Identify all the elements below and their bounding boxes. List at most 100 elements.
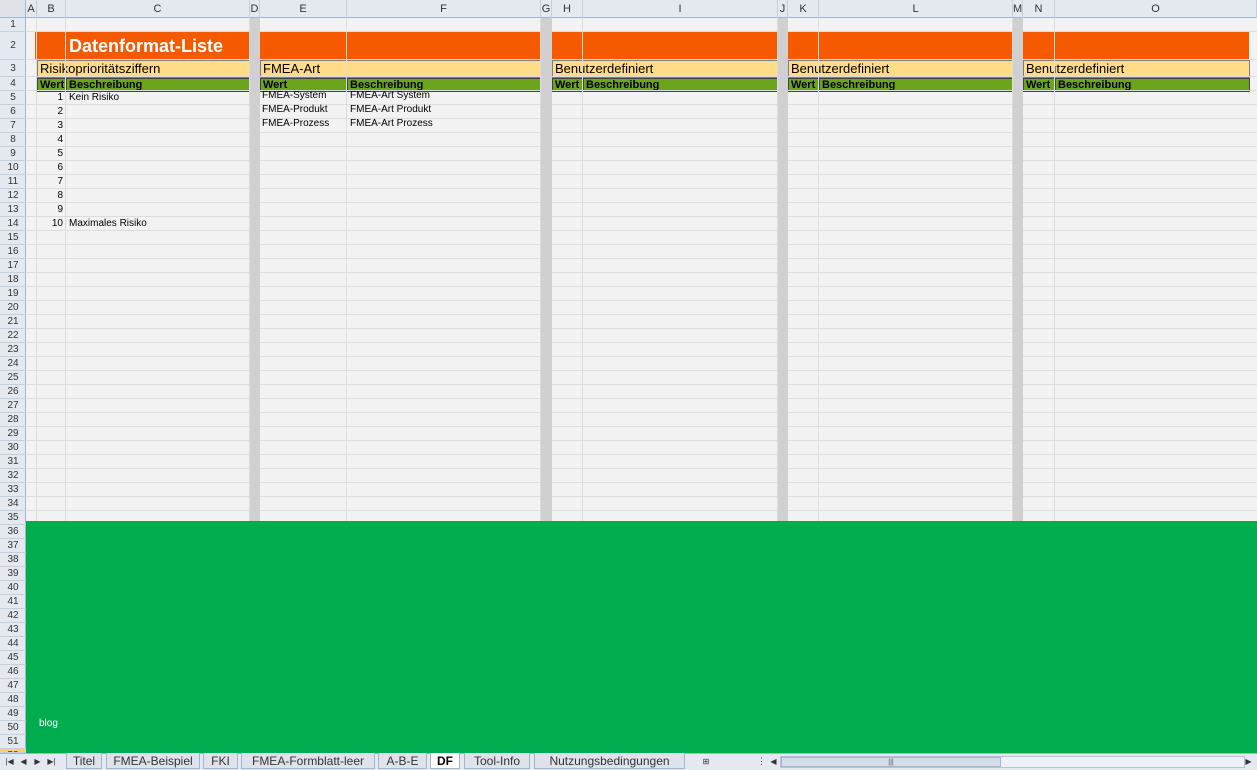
row-header-1[interactable]: 1 [0,18,26,32]
tab-tool-info[interactable]: Tool-Info [464,753,530,769]
last-sheet-icon[interactable]: ▶| [46,755,57,768]
column-header-c[interactable]: C [66,0,250,18]
risk-desc-cell[interactable] [69,189,249,203]
column-header-n[interactable]: N [1023,0,1055,18]
risk-value-cell[interactable]: 6 [37,161,66,175]
column-header-a[interactable]: A [26,0,37,18]
scrollbar-thumb[interactable]: ||| [781,757,1001,767]
risk-desc-cell[interactable] [69,147,249,161]
row-header-16[interactable]: 16 [0,245,26,259]
row-header-40[interactable]: 40 [0,581,26,595]
tab-titel[interactable]: Titel [66,753,102,769]
row-header-44[interactable]: 44 [0,637,26,651]
row-header-9[interactable]: 9 [0,147,26,161]
tab-fmea-beispiel[interactable]: FMEA-Beispiel [106,753,200,769]
worksheet-grid[interactable]: Datenformat-Liste Risikoprioritätsziffer… [26,18,1257,521]
risk-value-cell[interactable]: 1 [37,91,66,105]
row-header-34[interactable]: 34 [0,497,26,511]
row-header-17[interactable]: 17 [0,259,26,273]
row-header-33[interactable]: 33 [0,483,26,497]
tab-nutzungsbedingungen[interactable]: Nutzungsbedingungen [534,753,685,769]
row-header-39[interactable]: 39 [0,567,26,581]
tab-a-b-e[interactable]: A-B-E [378,753,427,769]
risk-desc-cell[interactable]: Kein Risiko [69,91,249,105]
row-header-35[interactable]: 35 [0,511,26,525]
row-header-27[interactable]: 27 [0,399,26,413]
column-header-e[interactable]: E [260,0,347,18]
column-header-i[interactable]: I [583,0,778,18]
row-header-51[interactable]: 51 [0,735,26,749]
row-header-29[interactable]: 29 [0,427,26,441]
tab-fki[interactable]: FKI [203,753,238,769]
fmea-value-cell[interactable]: FMEA-Prozess [262,117,346,131]
row-header-11[interactable]: 11 [0,175,26,189]
scroll-left-icon[interactable]: ◀ [768,755,779,768]
risk-value-cell[interactable]: 3 [37,119,66,133]
row-header-30[interactable]: 30 [0,441,26,455]
risk-desc-cell[interactable] [69,119,249,133]
column-header-k[interactable]: K [788,0,819,18]
risk-value-cell[interactable]: 9 [37,203,66,217]
scroll-right-icon[interactable]: ▶ [1243,755,1254,768]
row-header-5[interactable]: 5 [0,91,26,105]
row-header-19[interactable]: 19 [0,287,26,301]
column-header-g[interactable]: G [541,0,552,18]
row-header-3[interactable]: 3 [0,60,26,77]
row-header-45[interactable]: 45 [0,651,26,665]
row-header-41[interactable]: 41 [0,595,26,609]
row-header-2[interactable]: 2 [0,32,26,60]
row-header-15[interactable]: 15 [0,231,26,245]
risk-value-cell[interactable]: 7 [37,175,66,189]
row-header-20[interactable]: 20 [0,301,26,315]
column-header-o[interactable]: O [1055,0,1257,18]
row-header-22[interactable]: 22 [0,329,26,343]
row-header-18[interactable]: 18 [0,273,26,287]
row-header-12[interactable]: 12 [0,189,26,203]
horizontal-scrollbar[interactable]: ||| [780,756,1245,768]
risk-desc-cell[interactable] [69,105,249,119]
next-sheet-icon[interactable]: ▶ [32,755,43,768]
row-header-8[interactable]: 8 [0,133,26,147]
row-header-6[interactable]: 6 [0,105,26,119]
risk-desc-cell[interactable] [69,175,249,189]
risk-value-cell[interactable]: 8 [37,189,66,203]
row-header-24[interactable]: 24 [0,357,26,371]
row-header-14[interactable]: 14 [0,217,26,231]
fmea-value-cell[interactable]: FMEA-Produkt [262,103,346,117]
row-header-7[interactable]: 7 [0,119,26,133]
column-header-j[interactable]: J [778,0,788,18]
row-header-13[interactable]: 13 [0,203,26,217]
risk-value-cell[interactable]: 10 [37,217,66,231]
row-header-49[interactable]: 49 [0,707,26,721]
row-header-25[interactable]: 25 [0,371,26,385]
column-header-h[interactable]: H [552,0,583,18]
row-header-36[interactable]: 36 [0,525,26,539]
risk-value-cell[interactable]: 5 [37,147,66,161]
column-header-l[interactable]: L [819,0,1013,18]
blog-label[interactable]: blog [39,718,58,729]
tab-split-handle-icon[interactable]: ⋮ [757,755,766,768]
risk-desc-cell[interactable]: Maximales Risiko [69,217,249,231]
risk-desc-cell[interactable] [69,161,249,175]
risk-desc-cell[interactable] [69,133,249,147]
column-header-m[interactable]: M [1013,0,1023,18]
row-header-38[interactable]: 38 [0,553,26,567]
fmea-value-cell[interactable]: FMEA-System [262,89,346,103]
row-header-46[interactable]: 46 [0,665,26,679]
fmea-desc-cell[interactable]: FMEA-Art System [350,89,540,103]
risk-value-cell[interactable]: 4 [37,133,66,147]
column-header-f[interactable]: F [347,0,541,18]
column-header-b[interactable]: B [37,0,66,18]
column-header-d[interactable]: D [250,0,260,18]
row-header-28[interactable]: 28 [0,413,26,427]
row-header-47[interactable]: 47 [0,679,26,693]
select-all-corner[interactable] [0,0,26,18]
row-header-21[interactable]: 21 [0,315,26,329]
insert-sheet-icon[interactable]: ⊞ [698,755,714,768]
first-sheet-icon[interactable]: |◀ [4,755,15,768]
row-header-43[interactable]: 43 [0,623,26,637]
risk-desc-cell[interactable] [69,203,249,217]
tab-df[interactable]: DF [430,753,460,769]
fmea-desc-cell[interactable]: FMEA-Art Produkt [350,103,540,117]
prev-sheet-icon[interactable]: ◀ [18,755,29,768]
